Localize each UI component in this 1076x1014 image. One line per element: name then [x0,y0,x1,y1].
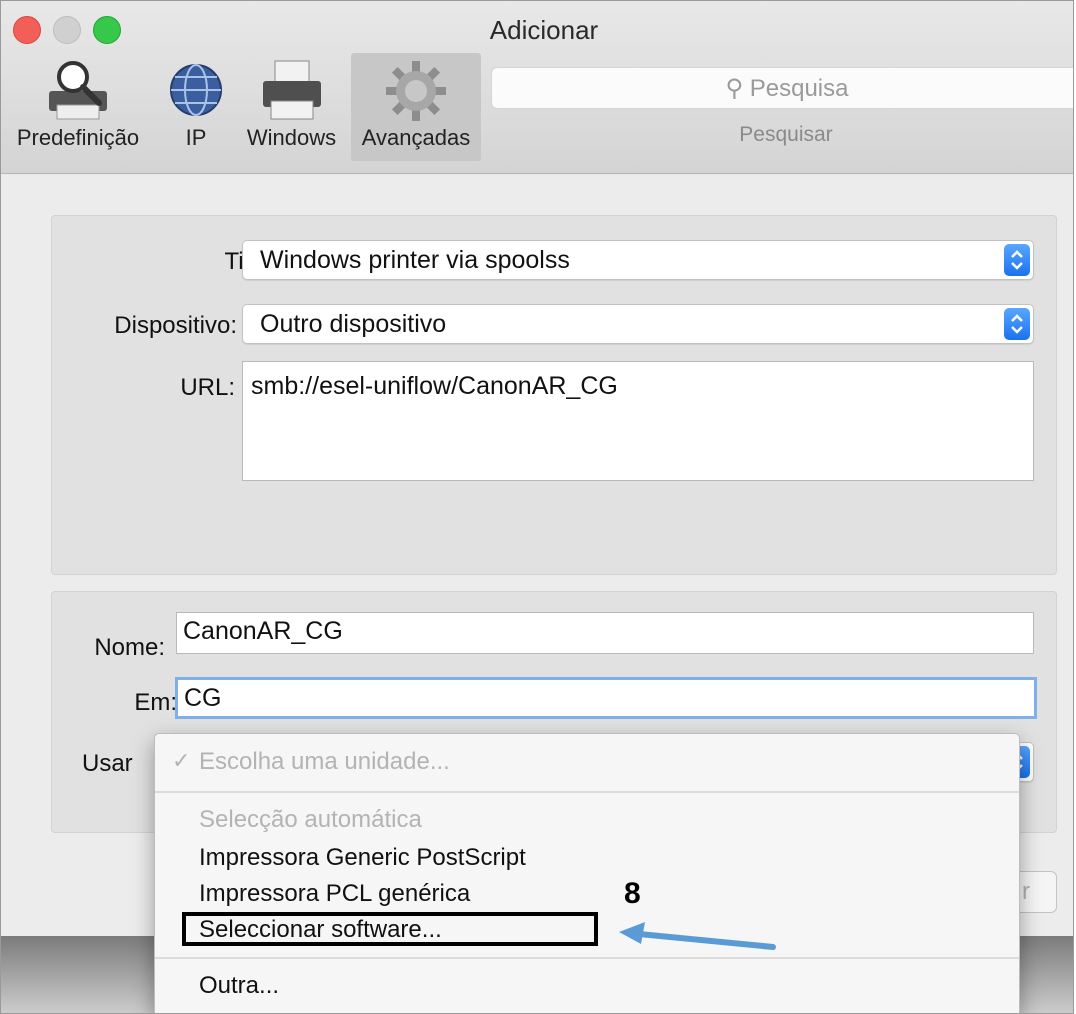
tipo-value: Windows printer via spoolss [260,246,570,274]
dispositivo-label: Dispositivo: [114,312,237,339]
gear-icon [386,61,446,121]
add-printer-window: Adicionar Predefinição IP Windows Avança… [0,0,1074,1014]
toolbar-item-label: IP [185,125,207,150]
checkmark-icon: ✓ [172,748,191,773]
annotation-arrow-icon [619,922,776,950]
nome-label: Nome: [94,634,165,661]
menu-item-auto-select[interactable]: Selecção automática [199,806,422,834]
dispositivo-popup[interactable]: Outro dispositivo [242,304,1034,344]
connection-group: Tipo: Windows printer via spoolss Dispos… [51,215,1057,575]
toolbar-item-label: Avançadas [361,125,471,150]
annotation-step-number: 8 [624,877,641,910]
menu-item-generic-postscript[interactable]: Impressora Generic PostScript [199,844,526,872]
usar-dropdown-menu: ✓ Escolha uma unidade... Selecção automá… [154,733,1020,1013]
toolbar-item-advanced[interactable]: Avançadas [351,53,481,161]
menu-item-choose-driver[interactable]: Escolha uma unidade... [199,748,450,776]
globe-icon [170,64,222,116]
menu-separator [155,791,1019,793]
annotation-highlight-box [182,912,598,946]
toolbar-item-windows[interactable]: Windows [239,53,344,161]
usar-label: Usar [82,750,133,777]
window-title: Adicionar [489,15,599,45]
search-placeholder: ⚲ Pesquisa [725,75,849,102]
popup-stepper-icon [1004,308,1030,340]
menu-item-generic-pcl[interactable]: Impressora PCL genérica [199,880,470,908]
search-icon: ⚲ [725,75,744,102]
popup-stepper-icon [1004,244,1030,276]
toolbar: Adicionar Predefinição IP Windows Avança… [1,1,1073,174]
add-button-label: r [1022,878,1030,905]
search-field[interactable]: ⚲ Pesquisa [491,67,1073,109]
default-printer-icon [49,61,107,120]
em-value: CG [184,684,222,712]
menu-separator [155,957,1019,959]
nome-field[interactable]: CanonAR_CG [176,612,1034,654]
toolbar-item-label: Predefinição [16,125,140,150]
em-label: Em: [134,689,177,716]
toolbar-item-label: Windows [246,125,337,150]
printer-icon [262,60,321,120]
toolbar-item-default[interactable]: Predefinição [3,53,153,161]
tipo-popup[interactable]: Windows printer via spoolss [242,240,1034,280]
url-value: smb://esel-uniflow/CanonAR_CG [251,372,618,400]
url-field[interactable]: smb://esel-uniflow/CanonAR_CG [242,361,1034,481]
toolbar-item-ip[interactable]: IP [156,53,236,161]
menu-item-other[interactable]: Outra... [199,972,279,1000]
dispositivo-value: Outro dispositivo [260,310,447,338]
em-field[interactable]: CG [175,677,1037,719]
search-caption: Pesquisar [739,123,833,146]
nome-value: CanonAR_CG [183,617,343,645]
url-label: URL: [180,374,235,401]
